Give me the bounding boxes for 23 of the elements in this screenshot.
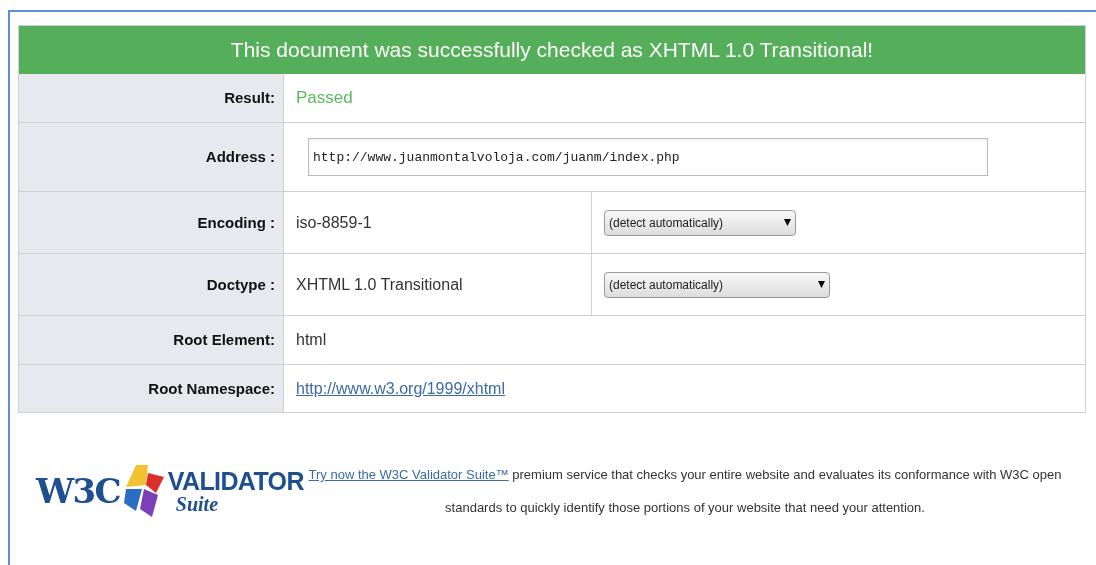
field-label: Doctype : bbox=[206, 275, 275, 293]
dropdown-arrow-icon bbox=[818, 281, 825, 288]
dropdown[interactable]: (detect automatically) bbox=[604, 209, 796, 236]
promo-text: Try now the W3C Validator Suite™ premium service that checks your entire website and evaluates its conformance with W3C open standards to quickly identify those portions of your website that need your attention. bbox=[307, 466, 1063, 517]
field-label: Root Element: bbox=[173, 331, 275, 348]
logo-text: VALIDATOR bbox=[167, 468, 304, 494]
dropdown-arrow-icon bbox=[784, 219, 791, 226]
field-value: XHTML 1.0 Transitional bbox=[296, 275, 463, 293]
field-label: Result: bbox=[224, 88, 275, 106]
logo-text: W3C bbox=[36, 469, 120, 513]
dropdown[interactable]: (detect automatically) bbox=[604, 271, 830, 298]
namespace-link[interactable]: http://www.w3.org/1999/xhtml bbox=[296, 379, 505, 397]
field-value: iso-8859-1 bbox=[296, 213, 372, 231]
address-field[interactable]: http://www.juanmontalvoloja.com/juanm/index.php bbox=[308, 138, 988, 176]
field-label: Address : bbox=[205, 148, 275, 165]
field-label: Root Namespace: bbox=[148, 379, 275, 397]
star-drawing bbox=[123, 465, 164, 517]
result-value: Passed bbox=[296, 88, 353, 107]
validator-suite-link[interactable]: Try now the W3C Validator Suite™ bbox=[308, 467, 509, 482]
field-value: html bbox=[296, 331, 327, 348]
field-label: Encoding : bbox=[197, 213, 275, 231]
logo-subtitle: Suite bbox=[174, 493, 220, 514]
success-banner: This document was successfully checked as XHTML 1.0 Transitional! bbox=[18, 25, 1086, 74]
